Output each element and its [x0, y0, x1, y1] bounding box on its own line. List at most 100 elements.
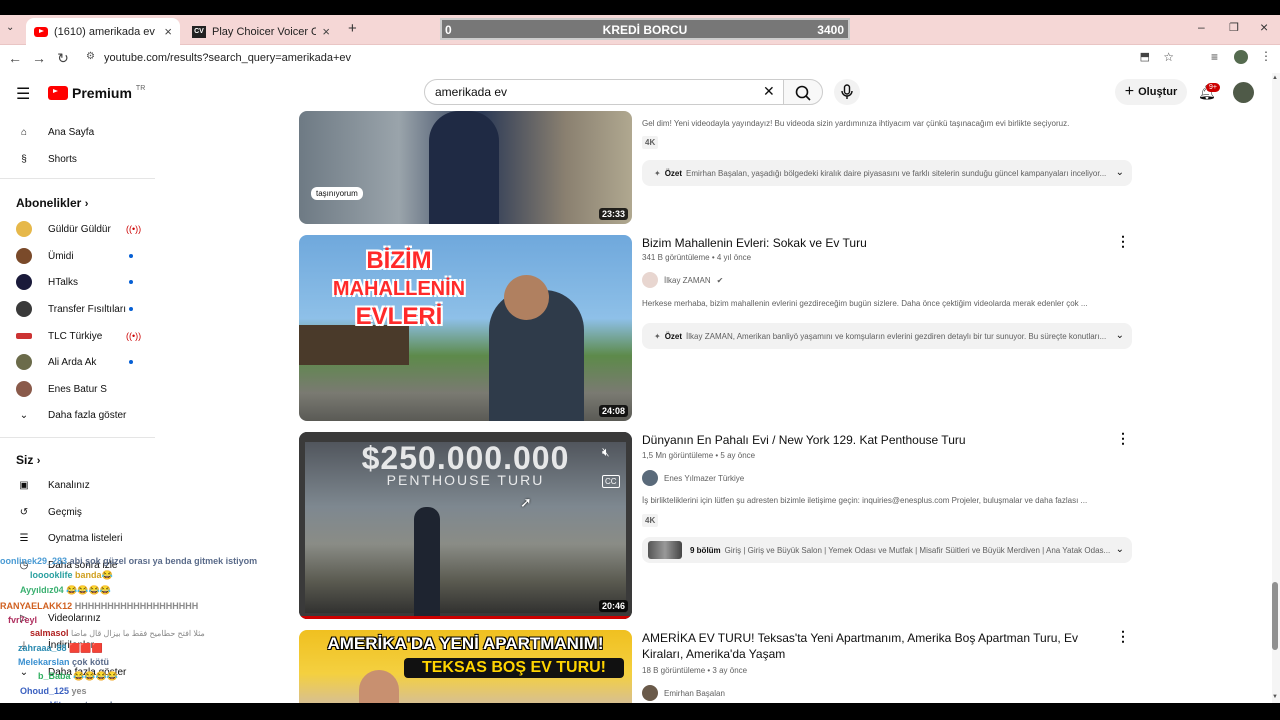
sidebar-sub-item[interactable]: Ümidi: [0, 243, 155, 269]
channel-avatar-icon: [16, 381, 32, 397]
search-value: amerikada ev: [435, 85, 508, 99]
channel-avatar: [642, 470, 658, 486]
youtube-logo[interactable]: Premium TR: [48, 85, 145, 101]
video-title[interactable]: AMERİKA EV TURU! Teksas'ta Yeni Apartman…: [642, 630, 1102, 662]
video-thumbnail[interactable]: $250.000.000 PENTHOUSE TURU 🔇︎ CC 20:46: [299, 432, 632, 619]
video-description: İş birlikteliklerini için lütfen şu adre…: [642, 496, 1088, 505]
scroll-up-icon[interactable]: ▲: [1272, 75, 1278, 81]
sidebar-show-more[interactable]: ⌄ Daha fazla göster: [0, 402, 155, 428]
tab-search-chevron-icon[interactable]: ⌄: [6, 22, 14, 33]
video-thumbnail[interactable]: taşınıyorum 23:33: [299, 111, 632, 224]
profile-avatar[interactable]: [1234, 50, 1248, 64]
sidebar-item-history[interactable]: ↺ Geçmiş: [0, 499, 155, 525]
channel-link[interactable]: İlkay ZAMAN ✔: [642, 272, 723, 288]
live-icon: ((•)): [126, 224, 142, 234]
chapter-thumbnail: [648, 541, 682, 559]
history-icon: ↺: [19, 506, 29, 518]
chapters-bar[interactable]: 9 bölüm Giriş | Giriş ve Büyük Salon | Y…: [642, 537, 1132, 563]
chevron-right-icon: ›: [84, 198, 89, 210]
sidebar-item-playlists[interactable]: ☰ Oynatma listeleri: [0, 525, 155, 551]
sidebar-item-shorts[interactable]: § Shorts: [0, 146, 155, 172]
clear-search-icon[interactable]: ✕: [763, 83, 775, 100]
search-button[interactable]: [783, 79, 823, 105]
sidebar-sub-item[interactable]: Ali Arda Ak: [0, 349, 155, 375]
video-title[interactable]: Bizim Mahallenin Evleri: Sokak ve Ev Tur…: [642, 235, 867, 251]
channel-avatar: [642, 685, 658, 701]
subscriptions-heading[interactable]: Abonelikler ›: [16, 196, 88, 210]
tab-youtube[interactable]: (1610) amerikada ev - YouTube ×: [26, 18, 180, 45]
sidebar-item-home[interactable]: ⌂ Ana Sayfa: [0, 119, 155, 145]
more-actions-icon[interactable]: ⋮: [1116, 628, 1130, 645]
ai-summary[interactable]: ✦ Özet Emirhan Başalan, yaşadığı bölgedeki…: [642, 160, 1132, 186]
search-input[interactable]: amerikada ev: [424, 79, 784, 105]
hamburger-menu-icon[interactable]: ☰: [16, 84, 30, 104]
voice-search-button[interactable]: [834, 79, 860, 105]
quality-badge: 4K: [642, 514, 659, 527]
tab-label: Play Choicer Voicer Online Free: [212, 25, 317, 38]
overlay-right-value: 3400: [817, 23, 844, 37]
forward-icon[interactable]: →: [30, 50, 48, 66]
sidebar-item-label: TLC Türkiye: [48, 330, 103, 342]
channel-link[interactable]: Enes Yılmazer Türkiye: [642, 470, 744, 486]
sidebar-sub-item[interactable]: TLC Türkiye ((•)): [0, 323, 155, 349]
sidebar-item-label: Ümidi: [48, 250, 74, 262]
sidebar-item-label: Geçmiş: [48, 506, 82, 518]
verified-icon: ✔: [716, 275, 724, 285]
sidebar-sub-item[interactable]: Enes Batur S: [0, 376, 155, 402]
thumbnail-face: [504, 275, 549, 320]
account-avatar[interactable]: [1233, 82, 1254, 103]
channel-avatar-icon: [16, 354, 32, 370]
thumbnail-text: BİZİM: [366, 247, 432, 274]
chrome-menu-icon[interactable]: ⋮: [1260, 49, 1272, 63]
channel-link[interactable]: Emirhan Başalan: [642, 685, 725, 701]
chat-message: yes: [71, 686, 87, 696]
back-icon[interactable]: ←: [6, 50, 24, 66]
sidebar-item-label: Kanalınız: [48, 479, 90, 491]
progress-bar: [299, 616, 632, 619]
region-code: TR: [135, 85, 146, 92]
tab-choicer[interactable]: CV Play Choicer Voicer Online Free ×: [184, 18, 338, 45]
create-button[interactable]: + Oluştur: [1115, 79, 1187, 105]
mute-icon[interactable]: 🔇︎: [602, 445, 610, 460]
install-icon[interactable]: ⬒: [1140, 50, 1150, 63]
scroll-down-icon[interactable]: ▼: [1272, 694, 1278, 700]
omnibox[interactable]: ⚙ youtube.com/results?search_query=ameri…: [80, 48, 1200, 68]
chat-username: fvr7eyl: [8, 615, 38, 625]
summary-label: Özet: [664, 168, 683, 178]
close-window-icon[interactable]: ×: [1260, 19, 1268, 35]
you-heading[interactable]: Siz ›: [16, 453, 40, 467]
minimize-icon[interactable]: –: [1198, 20, 1205, 34]
chevron-down-icon[interactable]: ⌄: [1116, 330, 1124, 341]
chevron-down-icon[interactable]: ⌄: [1116, 544, 1124, 555]
captions-icon[interactable]: CC: [602, 475, 620, 488]
video-thumbnail[interactable]: BİZİM MAHALLENİN EVLERİ 24:08: [299, 235, 632, 421]
more-actions-icon[interactable]: ⋮: [1116, 430, 1130, 447]
microphone-icon: [841, 84, 853, 99]
scrollbar-thumb[interactable]: [1272, 582, 1278, 650]
channel-avatar-icon: [16, 221, 32, 237]
ai-summary[interactable]: ✦ Özet İlkay ZAMAN, Amerikan banliyö yaşam…: [642, 323, 1132, 349]
media-controls-icon[interactable]: ≡: [1211, 50, 1218, 64]
thumbnail-text: MAHALLENİN: [332, 278, 466, 300]
video-thumbnail[interactable]: AMERİKA'DA YENİ APARTMANIM! TEKSAS BOŞ E…: [299, 630, 632, 703]
chevron-down-icon: ⌄: [19, 409, 29, 421]
site-info-icon[interactable]: ⚙: [86, 51, 95, 62]
sidebar-sub-item[interactable]: HTalks: [0, 269, 155, 295]
close-tab-icon[interactable]: ×: [322, 24, 330, 39]
bookmark-star-icon[interactable]: ☆: [1163, 50, 1174, 64]
thumbnail-tag: taşınıyorum: [311, 187, 363, 200]
you-title: Siz: [16, 453, 34, 467]
url-text: youtube.com/results?search_query=amerika…: [104, 52, 352, 64]
sidebar-sub-item[interactable]: Transfer Fısıltıları: [0, 296, 155, 322]
more-actions-icon[interactable]: ⋮: [1116, 233, 1130, 250]
chevron-down-icon[interactable]: ⌄: [1116, 167, 1124, 178]
new-tab-icon[interactable]: +: [348, 20, 357, 37]
video-title[interactable]: Dünyanın En Pahalı Evi / New York 129. K…: [642, 432, 966, 448]
sidebar-item-channel[interactable]: ▣ Kanalınız: [0, 472, 155, 498]
sidebar-sub-item[interactable]: Güldür Güldür ((•)): [0, 216, 155, 242]
close-tab-icon[interactable]: ×: [164, 24, 172, 39]
sidebar-item-label: Daha fazla göster: [48, 409, 127, 421]
reload-icon[interactable]: ↻: [54, 50, 72, 67]
restore-icon[interactable]: ❐: [1229, 21, 1239, 34]
sidebar-item-label: Ali Arda Ak: [48, 356, 97, 368]
